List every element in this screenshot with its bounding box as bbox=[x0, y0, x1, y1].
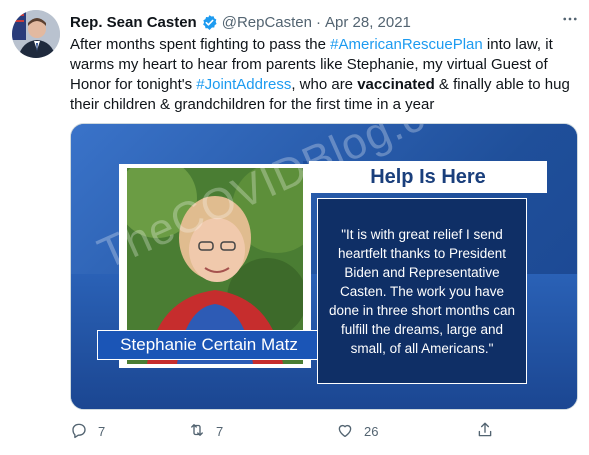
reply-icon bbox=[70, 421, 88, 442]
hashtag-joint-address[interactable]: #JointAddress bbox=[196, 76, 291, 93]
share-icon bbox=[476, 421, 494, 442]
author-name[interactable]: Rep. Sean Casten bbox=[70, 14, 197, 31]
like-button[interactable]: 26 bbox=[336, 421, 378, 442]
like-icon bbox=[336, 421, 354, 442]
like-count: 26 bbox=[364, 423, 379, 439]
retweet-button[interactable]: 7 bbox=[188, 421, 223, 442]
reply-count: 7 bbox=[98, 423, 106, 439]
name-caption: Stephanie Certain Matz bbox=[97, 330, 321, 360]
tweet-header: Rep. Sean Casten @RepCasten · Apr 28, 20… bbox=[70, 12, 579, 32]
retweet-count: 7 bbox=[216, 423, 224, 439]
reply-button[interactable]: 7 bbox=[70, 421, 105, 442]
tweet-text-part-1: After months spent fighting to pass the bbox=[70, 36, 331, 53]
tweet-media[interactable]: Help Is Here Stephanie Certain Matz "It … bbox=[70, 123, 578, 410]
share-button[interactable] bbox=[476, 421, 494, 442]
more-icon[interactable] bbox=[561, 10, 579, 33]
avatar[interactable] bbox=[12, 10, 60, 58]
quote-box: "It is with great relief I send heartfel… bbox=[317, 198, 527, 384]
media-graphic: Help Is Here Stephanie Certain Matz "It … bbox=[71, 124, 577, 409]
tweet-text-part-3: , who are bbox=[291, 76, 358, 93]
tweet-text-bold: vaccinated bbox=[357, 76, 435, 93]
retweet-icon bbox=[188, 421, 206, 442]
hashtag-american-rescue-plan[interactable]: #AmericanRescuePlan bbox=[330, 36, 483, 53]
tweet-text: After months spent fighting to pass the … bbox=[70, 35, 582, 115]
tweet-date[interactable]: Apr 28, 2021 bbox=[325, 14, 411, 31]
verified-icon bbox=[201, 14, 218, 31]
quote-text: "It is with great relief I send heartfel… bbox=[328, 226, 516, 356]
tweet-actions: 7 7 26 bbox=[70, 420, 500, 442]
author-handle[interactable]: @RepCasten bbox=[222, 14, 312, 31]
header-separator: · bbox=[316, 13, 321, 31]
graphic-header: Help Is Here bbox=[303, 161, 547, 193]
avatar-photo bbox=[12, 10, 60, 58]
